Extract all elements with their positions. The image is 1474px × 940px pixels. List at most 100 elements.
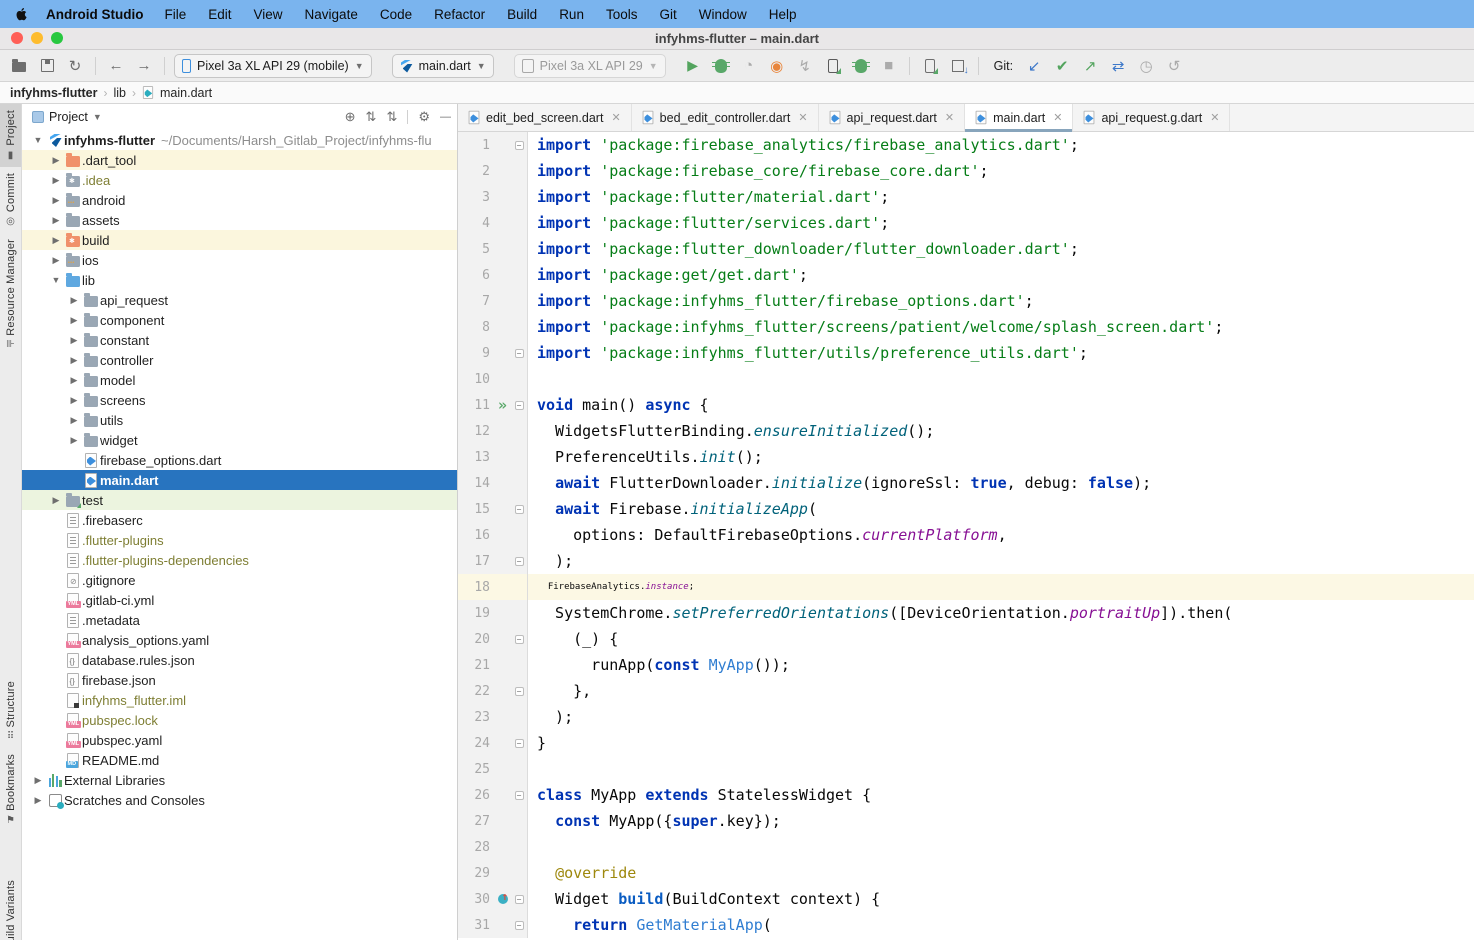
stop-button[interactable]: ■ — [878, 55, 900, 77]
menu-item-edit[interactable]: Edit — [197, 7, 242, 22]
menu-item-file[interactable]: File — [153, 7, 197, 22]
tree-item-database-rules-json[interactable]: database.rules.json — [22, 650, 457, 670]
code-line-22[interactable]: 22− }, — [458, 678, 1474, 704]
chevron-right-icon[interactable]: ▶ — [48, 195, 64, 206]
device-manager-icon[interactable] — [919, 55, 941, 77]
tree-item-test[interactable]: ▶test — [22, 490, 457, 510]
breadcrumb-item[interactable]: infyhms-flutter — [10, 86, 98, 100]
tree-item--flutter-plugins[interactable]: .flutter-plugins — [22, 530, 457, 550]
apply-changes-icon[interactable]: ↯ — [794, 55, 816, 77]
tree-item--idea[interactable]: ▶.idea — [22, 170, 457, 190]
chevron-right-icon[interactable]: ▶ — [30, 795, 46, 806]
fold-marker-icon[interactable]: − — [511, 782, 528, 808]
code-line-15[interactable]: 15− await Firebase.initializeApp( — [458, 496, 1474, 522]
target-device-dropdown[interactable]: Pixel 3a XL API 29 ▼ — [514, 54, 666, 78]
tool-window-button-project[interactable]: Project▮ — [0, 104, 21, 167]
tree-item-build[interactable]: ▶build — [22, 230, 457, 250]
tree-item-android[interactable]: ▶android — [22, 190, 457, 210]
hide-panel-icon[interactable]: — — [440, 111, 451, 123]
chevron-right-icon[interactable]: ▶ — [30, 775, 46, 786]
code-line-3[interactable]: 3import 'package:flutter/material.dart'; — [458, 184, 1474, 210]
chevron-right-icon[interactable]: ▶ — [66, 395, 82, 406]
chevron-right-icon[interactable]: ▶ — [66, 415, 82, 426]
tree-item-api-request[interactable]: ▶api_request — [22, 290, 457, 310]
tree-item--gitlab-ci-yml[interactable]: YML.gitlab-ci.yml — [22, 590, 457, 610]
menu-item-build[interactable]: Build — [496, 7, 548, 22]
back-icon[interactable]: ← — [105, 55, 127, 77]
editor-tab-api-request-g-dart[interactable]: api_request.g.dart✕ — [1073, 104, 1230, 131]
code-line-19[interactable]: 19 SystemChrome.setPreferredOrientations… — [458, 600, 1474, 626]
code-line-12[interactable]: 12 WidgetsFlutterBinding.ensureInitializ… — [458, 418, 1474, 444]
tool-window-button-build-variants[interactable]: Build Variants≋ — [0, 874, 21, 940]
menu-item-view[interactable]: View — [243, 7, 294, 22]
code-line-4[interactable]: 4import 'package:flutter/services.dart'; — [458, 210, 1474, 236]
menu-item-tools[interactable]: Tools — [595, 7, 649, 22]
code-line-2[interactable]: 2import 'package:firebase_core/firebase_… — [458, 158, 1474, 184]
chevron-right-icon[interactable]: ▶ — [48, 255, 64, 266]
code-line-26[interactable]: 26−class MyApp extends StatelessWidget { — [458, 782, 1474, 808]
tree-item-assets[interactable]: ▶assets — [22, 210, 457, 230]
collapse-all-icon[interactable]: ⇅ — [386, 109, 397, 125]
fold-marker-icon[interactable]: − — [511, 886, 528, 912]
profiler-off-icon[interactable]: ◔ — [738, 55, 760, 77]
chevron-down-icon[interactable]: ▼ — [30, 135, 46, 145]
menu-item-help[interactable]: Help — [758, 7, 808, 22]
code-line-7[interactable]: 7import 'package:infyhms_flutter/firebas… — [458, 288, 1474, 314]
chevron-right-icon[interactable]: ▶ — [66, 315, 82, 326]
code-line-18[interactable]: 18 FirebaseAnalytics.instance; — [458, 574, 1474, 600]
fold-marker-icon[interactable]: − — [511, 626, 528, 652]
menu-app-name[interactable]: Android Studio — [46, 7, 143, 22]
expand-all-icon[interactable]: ⇅ — [366, 109, 377, 125]
chevron-down-icon[interactable]: ▼ — [48, 275, 64, 285]
minimize-window-button[interactable] — [31, 32, 43, 44]
code-line-25[interactable]: 25 — [458, 756, 1474, 782]
menu-item-navigate[interactable]: Navigate — [294, 7, 369, 22]
fold-marker-icon[interactable]: − — [511, 392, 528, 418]
sdk-manager-icon[interactable] — [947, 55, 969, 77]
profiler-icon[interactable]: ◉ — [766, 55, 788, 77]
chevron-right-icon[interactable]: ▶ — [48, 175, 64, 186]
run-gutter-icon[interactable]: » — [494, 392, 511, 418]
tree-item-readme-md[interactable]: MDREADME.md — [22, 750, 457, 770]
device-selector-dropdown[interactable]: Pixel 3a XL API 29 (mobile) ▼ — [174, 54, 372, 78]
menu-item-window[interactable]: Window — [688, 7, 758, 22]
zoom-window-button[interactable] — [51, 32, 63, 44]
tree-item-widget[interactable]: ▶widget — [22, 430, 457, 450]
code-line-6[interactable]: 6import 'package:get/get.dart'; — [458, 262, 1474, 288]
fold-marker-icon[interactable]: − — [511, 496, 528, 522]
code-editor[interactable]: 1−import 'package:firebase_analytics/fir… — [458, 132, 1474, 940]
chevron-right-icon[interactable]: ▶ — [48, 235, 64, 246]
code-line-8[interactable]: 8import 'package:infyhms_flutter/screens… — [458, 314, 1474, 340]
tree-item-model[interactable]: ▶model — [22, 370, 457, 390]
chevron-down-icon[interactable]: ▼ — [93, 112, 102, 122]
close-window-button[interactable] — [11, 32, 23, 44]
sync-icon[interactable]: ↻ — [64, 55, 86, 77]
tree-item-screens[interactable]: ▶screens — [22, 390, 457, 410]
git-rollback-icon[interactable]: ↺ — [1163, 55, 1185, 77]
run-button[interactable]: ▶ — [682, 55, 704, 77]
tree-item-infyhms-flutter-iml[interactable]: infyhms_flutter.iml — [22, 690, 457, 710]
fold-marker-icon[interactable]: − — [511, 340, 528, 366]
locate-icon[interactable]: ⊕ — [345, 109, 356, 125]
save-all-icon[interactable] — [36, 55, 58, 77]
editor-tab-api-request-dart[interactable]: api_request.dart✕ — [819, 104, 966, 131]
git-update-icon[interactable]: ↙ — [1023, 55, 1045, 77]
tree-item--firebaserc[interactable]: .firebaserc — [22, 510, 457, 530]
code-line-20[interactable]: 20− (_) { — [458, 626, 1474, 652]
git-push-icon[interactable]: ↗ — [1079, 55, 1101, 77]
menu-item-git[interactable]: Git — [648, 7, 687, 22]
code-line-9[interactable]: 9−import 'package:infyhms_flutter/utils/… — [458, 340, 1474, 366]
chevron-right-icon[interactable]: ▶ — [48, 215, 64, 226]
tree-item-utils[interactable]: ▶utils — [22, 410, 457, 430]
run-configuration-dropdown[interactable]: main.dart ▼ — [392, 54, 494, 78]
editor-tab-main-dart[interactable]: main.dart✕ — [965, 104, 1073, 131]
breadcrumb-item[interactable]: main.dart — [160, 86, 212, 100]
tree-item-infyhms-flutter[interactable]: ▼infyhms-flutter~/Documents/Harsh_Gitlab… — [22, 130, 457, 150]
git-history-icon[interactable]: ◷ — [1135, 55, 1157, 77]
code-line-24[interactable]: 24−} — [458, 730, 1474, 756]
tree-item--gitignore[interactable]: .gitignore — [22, 570, 457, 590]
menu-item-refactor[interactable]: Refactor — [423, 7, 496, 22]
tree-item-pubspec-yaml[interactable]: YMLpubspec.yaml — [22, 730, 457, 750]
git-fetch-icon[interactable]: ⇄ — [1107, 55, 1129, 77]
close-tab-icon[interactable]: ✕ — [1210, 111, 1219, 124]
